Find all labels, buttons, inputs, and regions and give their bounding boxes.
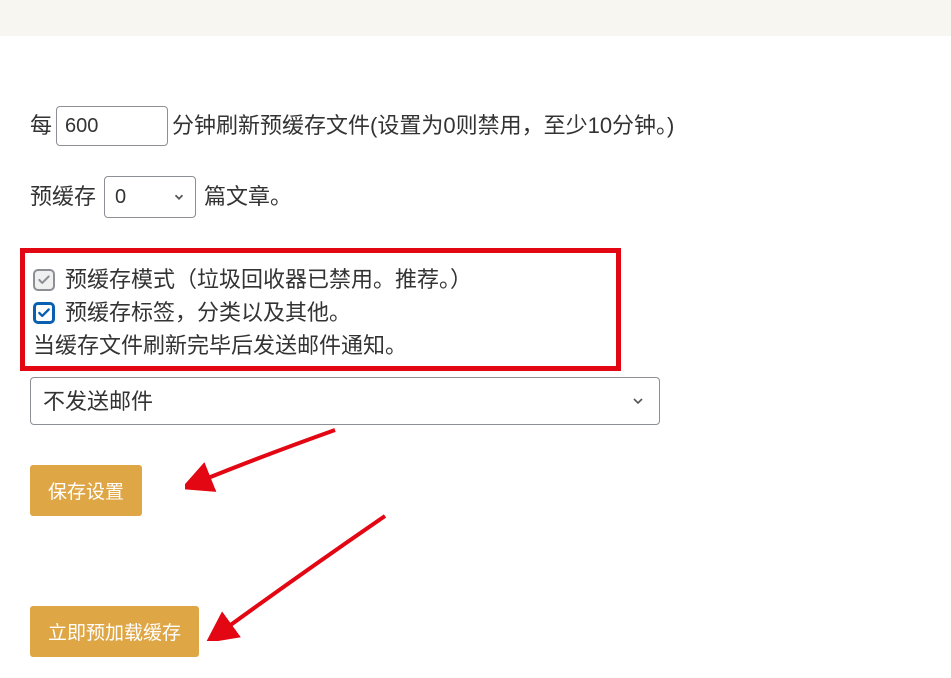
- preload-count-row: 预缓存 0 篇文章。: [30, 176, 921, 218]
- refresh-prefix: 每: [30, 108, 52, 143]
- checkbox-preload-tags[interactable]: [33, 302, 55, 324]
- checkbox-preload-tags-label: 预缓存标签，分类以及其他。: [65, 296, 351, 329]
- preload-suffix: 篇文章。: [204, 179, 292, 214]
- refresh-suffix: 分钟刷新预缓存文件(设置为0则禁用，至少10分钟。): [172, 108, 674, 143]
- preload-section: 立即预加载缓存: [30, 606, 921, 657]
- settings-form: 每 分钟刷新预缓存文件(设置为0则禁用，至少10分钟。) 预缓存 0 篇文章。 …: [0, 36, 951, 657]
- email-notify-select[interactable]: 不发送邮件: [30, 377, 660, 425]
- top-band: [0, 0, 951, 36]
- email-notify-label: 当缓存文件刷新完毕后发送邮件通知。: [33, 329, 610, 362]
- save-button[interactable]: 保存设置: [30, 465, 142, 516]
- preload-prefix: 预缓存: [30, 179, 96, 214]
- highlight-box: 预缓存模式（垃圾回收器已禁用。推荐。） 预缓存标签，分类以及其他。 当缓存文件刷…: [20, 248, 621, 371]
- checkbox-preload-mode[interactable]: [33, 269, 55, 291]
- preload-count-select[interactable]: 0: [104, 176, 196, 218]
- checkbox-preload-tags-row: 预缓存标签，分类以及其他。: [33, 296, 610, 329]
- preload-now-button[interactable]: 立即预加载缓存: [30, 606, 199, 657]
- checkbox-preload-mode-row: 预缓存模式（垃圾回收器已禁用。推荐。）: [33, 263, 610, 296]
- save-section: 保存设置: [30, 465, 921, 516]
- refresh-row: 每 分钟刷新预缓存文件(设置为0则禁用，至少10分钟。): [30, 106, 921, 146]
- arrow-annotation-icon: [205, 511, 395, 641]
- checkbox-preload-mode-label: 预缓存模式（垃圾回收器已禁用。推荐。）: [65, 263, 472, 296]
- arrow-annotation-icon: [185, 425, 345, 495]
- refresh-interval-input[interactable]: [56, 106, 168, 146]
